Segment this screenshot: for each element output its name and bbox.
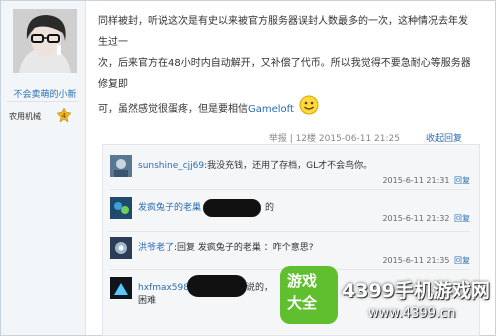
reply-time: 2015-6-11 21:35 回复 (382, 255, 470, 266)
author-column: 不会卖萌的小新 农用机械 4 (1, 1, 86, 335)
reply-nick[interactable]: 发疯兔子的老巢 (138, 203, 201, 213)
watermark-url: www.4399.cn (368, 306, 456, 321)
watermark-logo-text: 大全 (287, 294, 318, 312)
avatar[interactable] (13, 9, 77, 73)
reply-timestamp: 2015-6-11 21:35 (382, 256, 450, 265)
author-name[interactable]: 不会卖萌的小新 (7, 87, 83, 100)
reply-nick[interactable]: hxfmax598 (138, 283, 189, 293)
divider (7, 101, 79, 102)
reply-time: 2015-6-11 21:32 回复 (382, 213, 470, 224)
watermark-title: 4399手机游戏网 (342, 280, 490, 302)
redaction-mark (187, 275, 247, 297)
divider (110, 231, 470, 232)
smiley-emoticon-icon (299, 95, 319, 123)
redaction-mark (203, 199, 261, 217)
reply-line: 洪爷老了:回复 发疯兔子的老巢 ：咋个意思? (138, 240, 314, 253)
watermark: 游戏 大全 4399手机游戏网 www.4399.cn (280, 266, 496, 336)
reply-timestamp: 2015-6-11 21:32 (382, 214, 450, 223)
reply-avatar[interactable] (110, 197, 132, 219)
reply-button[interactable]: 回复 (454, 256, 470, 265)
reply-avatar[interactable] (110, 237, 132, 259)
post-meta: 举报 | 12楼 2015-06-11 21:25 (268, 134, 400, 144)
collapse-replies-button[interactable]: 收起回复 (426, 131, 462, 144)
reply-button[interactable]: 回复 (454, 176, 470, 185)
level-badge-icon: 4 (56, 107, 72, 125)
post-line: 次，后来官方在48小时内自动解开，又补偿了代币。所以我觉得不要急耐心等服务器修复… (98, 58, 471, 90)
reply-nick[interactable]: sunshine_cjj69 (138, 161, 204, 171)
reply-timestamp: 2015-6-11 21:31 (382, 176, 450, 185)
reply-nick[interactable]: 洪爷老了 (138, 243, 174, 253)
reply-time: 2015-6-11 21:31 回复 (382, 175, 470, 186)
reply-avatar[interactable] (110, 277, 132, 299)
watermark-logo: 游戏 大全 (280, 266, 338, 324)
post-line: 同样被封，听说这次是有史以来被官方服务器误封人数最多的一次，这种情况去年发生过一 (98, 16, 468, 48)
reply-text: 的 (265, 203, 275, 213)
author-rank: 农用机械 (9, 112, 41, 121)
reply-text: :我没充钱，还用了存档，GL才不会鸟你。 (204, 161, 373, 171)
reply-line: sunshine_cjj69:我没充钱，还用了存档，GL才不会鸟你。 (138, 158, 372, 171)
post-line: 可，虽然感觉很蛋疼，但是要相信Gameloft (98, 95, 472, 123)
svg-text:4: 4 (62, 112, 67, 120)
reply-text-continued: 困难 (138, 296, 157, 306)
watermark-logo-text: 游戏 (287, 272, 318, 290)
reply-button[interactable]: 回复 (454, 214, 470, 223)
divider (110, 189, 470, 190)
reply-avatar[interactable] (110, 155, 132, 177)
reply-text: :回复 发疯兔子的老巢 ：咋个意思? (174, 243, 314, 253)
post-line-text: 可，虽然感觉很蛋疼，但是要相信 (98, 104, 248, 115)
post-content: 同样被封，听说这次是有史以来被官方服务器误封人数最多的一次，这种情况去年发生过一… (98, 11, 472, 123)
gameloft-link[interactable]: Gameloft (248, 104, 294, 115)
